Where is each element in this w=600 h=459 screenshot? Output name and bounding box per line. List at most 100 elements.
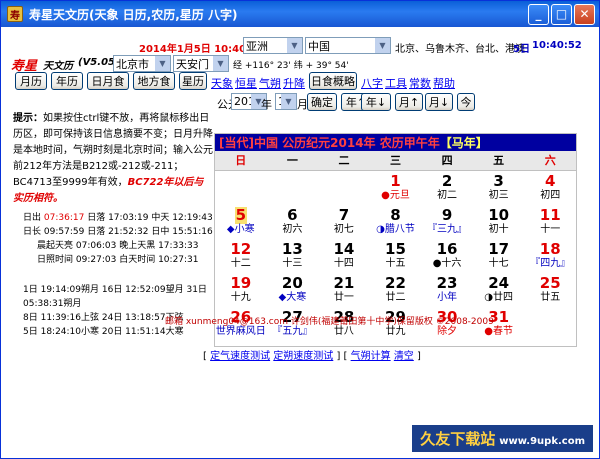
today-button[interactable]: 今 (457, 93, 475, 111)
day-number: 1 (390, 172, 401, 190)
link-help[interactable]: 帮助 (433, 75, 455, 91)
weekday-label: 五 (493, 154, 505, 167)
day-cell[interactable]: 11 十一 (524, 205, 576, 239)
link-stars[interactable]: 恒星 (235, 75, 257, 91)
day-cell[interactable]: 4 初四 (524, 171, 576, 205)
day-number: 11 (539, 206, 561, 224)
lunar-label: ●元旦 (381, 190, 410, 201)
day-cell[interactable]: 20 ◆大寒 (267, 273, 319, 307)
day-number: 16 (436, 240, 458, 258)
day-number: 10 (488, 206, 510, 224)
day-number: 18 (539, 240, 561, 258)
region-select[interactable]: 亚洲 (243, 37, 303, 54)
day-cell[interactable]: 6 初六 (267, 205, 319, 239)
app-icon: 寿 (7, 6, 23, 22)
day-number: 14 (333, 240, 355, 258)
maximize-button[interactable]: □ (551, 3, 572, 25)
minimize-button[interactable]: _ (528, 3, 549, 25)
day-number: 7 (338, 206, 350, 224)
link-qishuo-calc[interactable]: 气朔计算 (351, 351, 391, 362)
next-month-button[interactable]: 月↓ (425, 93, 453, 111)
lunar-label: 廿五 (540, 292, 561, 303)
lunar-label: ●春节 (484, 326, 513, 337)
day-number: 6 (287, 206, 298, 224)
weekday-label: 三 (390, 154, 402, 167)
day-cell[interactable]: 19 十九 (215, 273, 267, 307)
tips-text: 提示：如果按住ctrl键不放，再将鼠标移出日历区，即可保持该日信息摘要不变；日月… (13, 113, 213, 204)
lunar-label: 廿一 (333, 292, 354, 303)
day-number: 22 (385, 274, 406, 292)
lunar-label: 廿九 (385, 326, 406, 337)
day-cell[interactable]: 5 ◆小寒 (215, 205, 267, 239)
day-number: 17 (488, 240, 510, 258)
link-celestial[interactable]: 天象 (211, 75, 233, 91)
country-select[interactable]: 中国 (305, 37, 391, 54)
day-cell[interactable]: 14 十四 (318, 239, 370, 273)
lunar-label: ◆大寒 (278, 292, 307, 303)
weekday-label: 六 (544, 154, 556, 167)
day-cell[interactable]: 18 『四九』 (524, 239, 576, 273)
prev-month-button[interactable]: 月↑ (395, 93, 423, 111)
day-cell[interactable]: 17 十七 (473, 239, 525, 273)
day-cell[interactable]: 16 ●十六 (421, 239, 473, 273)
day-cell[interactable]: 13 十三 (267, 239, 319, 273)
day-cell[interactable]: 24 ◑廿四 (473, 273, 525, 307)
lunar-label: 十二 (230, 258, 251, 269)
empty-cell (318, 171, 370, 205)
day-number: 20 (281, 274, 303, 292)
day-cell[interactable]: 3 初三 (473, 171, 525, 205)
eclipse-button[interactable]: 日月食 (87, 72, 129, 90)
day-cell[interactable]: 21 廿一 (318, 273, 370, 307)
ephemeris-button[interactable]: 星历 (179, 72, 207, 90)
empty-cell (267, 171, 319, 205)
day-number: 13 (281, 240, 303, 258)
month-calendar-button[interactable]: 月历 (15, 72, 47, 90)
client-area: 2014年1月5日 10:40:52 亚洲 中国 北京、乌鲁木齐、台北、港澳 5… (5, 31, 595, 426)
link-qishuo[interactable]: 气朔 (259, 75, 281, 91)
day-cell[interactable]: 7 初七 (318, 205, 370, 239)
city-select[interactable]: 北京市 (113, 55, 171, 72)
info-panel: 提示：如果按住ctrl键不放，再将鼠标移出日历区，即可保持该日信息摘要不变；日月… (13, 111, 213, 341)
day-number: 23 (436, 274, 458, 292)
title-bar[interactable]: 寿 寿星天文历(天象 日历,农历,星历 八字) _ □ ✕ (1, 1, 599, 27)
lunar-label: 初二 (437, 190, 458, 201)
lunar-label: 十五 (385, 258, 406, 269)
weekday-label: 日 (235, 154, 247, 167)
day-cell[interactable]: 8 ◑腊八节 (370, 205, 422, 239)
link-qi-speed-test[interactable]: 定气速度测试 (210, 351, 270, 362)
day-cell[interactable]: 23 小年 (421, 273, 473, 307)
confirm-button[interactable]: 确定 (307, 93, 337, 111)
local-eclipse-button[interactable]: 地方食 (133, 72, 175, 90)
year-calendar-button[interactable]: 年历 (51, 72, 83, 90)
year-unit: 年 (261, 98, 272, 111)
link-clear[interactable]: 清空 (394, 351, 414, 362)
day-number: 2 (441, 172, 453, 190)
day-cell[interactable]: 10 初十 (473, 205, 525, 239)
spot-select[interactable]: 天安门 (173, 55, 229, 72)
link-rise-set[interactable]: 升降 (283, 75, 305, 91)
day-cell[interactable]: 1 ●元旦 (370, 171, 422, 205)
next-year-button[interactable]: 年↓ (361, 93, 391, 111)
lunar-label: ◑腊八节 (376, 224, 415, 235)
day-cell[interactable]: 25 廿五 (524, 273, 576, 307)
site-watermark: 久友下载站 www.9upk.com (412, 425, 593, 452)
day-number: 25 (539, 274, 561, 292)
lunar-label: 『五九』 (272, 326, 313, 337)
link-shuo-speed-test[interactable]: 定朔速度测试 (273, 351, 333, 362)
eclipse-summary-button[interactable]: 日食概略 (309, 72, 357, 90)
month-input[interactable]: 1 (275, 93, 297, 110)
lunar-label: 初七 (333, 224, 354, 235)
day-number: 21 (333, 274, 355, 292)
day-number: 24 (488, 274, 510, 292)
empty-cell (215, 171, 267, 205)
day-cell[interactable]: 15 十五 (370, 239, 422, 273)
day-cell[interactable]: 22 廿二 (370, 273, 422, 307)
day-cell[interactable]: 12 十二 (215, 239, 267, 273)
day-number: 19 (230, 274, 252, 292)
day-cell[interactable]: 2 初二 (421, 171, 473, 205)
day-cell[interactable]: 9 『三九』 (421, 205, 473, 239)
link-constants[interactable]: 常数 (409, 75, 431, 91)
link-tools[interactable]: 工具 (385, 75, 407, 91)
close-button[interactable]: ✕ (574, 3, 595, 25)
link-bazi[interactable]: 八字 (361, 75, 383, 91)
